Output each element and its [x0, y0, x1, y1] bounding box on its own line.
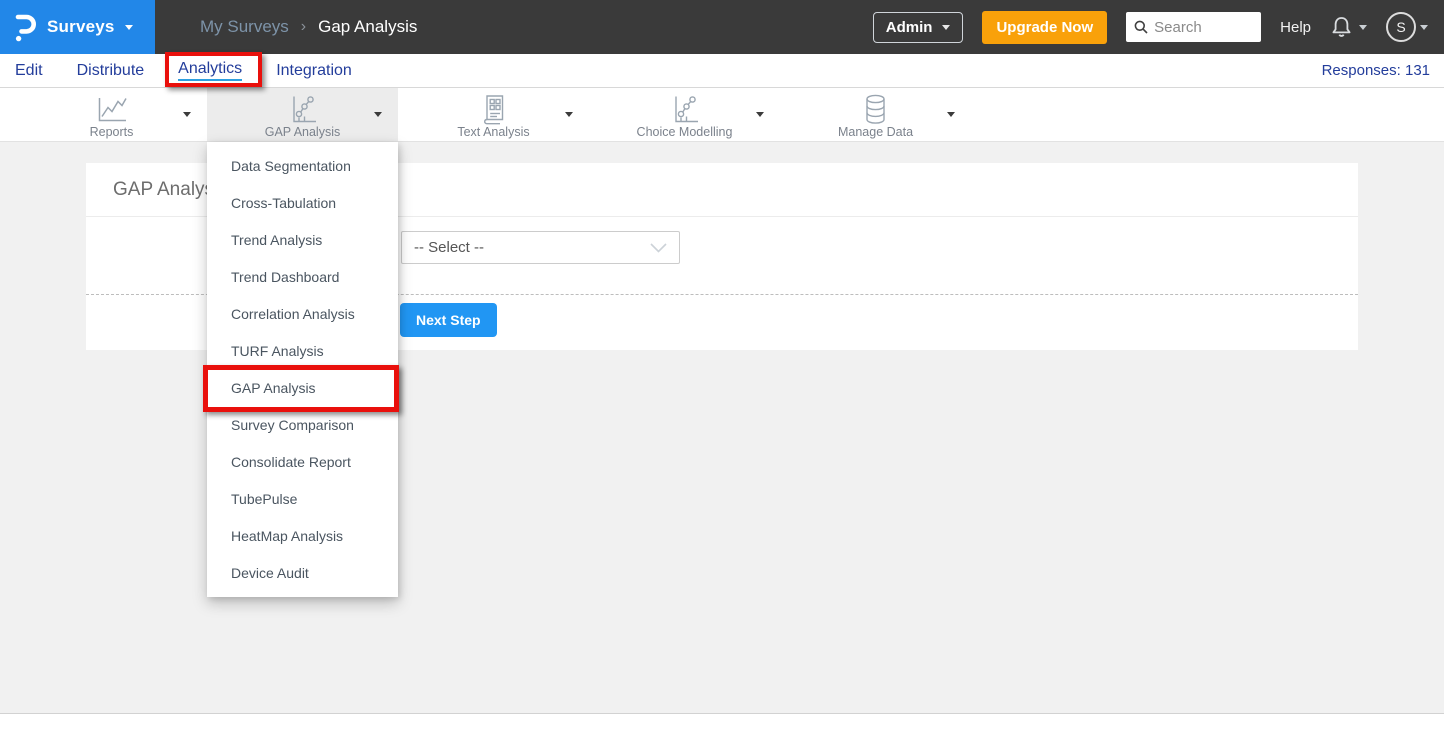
chevron-down-icon — [756, 112, 764, 117]
breadcrumb-separator: › — [301, 18, 306, 36]
database-icon — [862, 94, 889, 124]
search-input[interactable] — [1154, 19, 1254, 36]
toolbar-item-gap-analysis[interactable]: GAP Analysis — [207, 88, 398, 141]
chevron-down-icon — [650, 243, 667, 253]
menu-item-data-segmentation[interactable]: Data Segmentation — [207, 147, 398, 184]
admin-dropdown-button[interactable]: Admin — [873, 12, 964, 43]
chevron-down-icon — [1359, 25, 1367, 30]
analytics-toolbar: Reports GAP Analys — [0, 88, 1444, 142]
chevron-down-icon — [183, 112, 191, 117]
survey-nav: Edit Distribute Analytics Integration Re… — [0, 54, 1444, 88]
breadcrumb: My Surveys › Gap Analysis — [200, 17, 417, 37]
menu-item-consolidate-report[interactable]: Consolidate Report — [207, 443, 398, 480]
admin-label: Admin — [886, 19, 933, 36]
bell-icon — [1330, 15, 1353, 40]
bubble-trend-chart-icon — [287, 94, 319, 124]
menu-item-trend-dashboard[interactable]: Trend Dashboard — [207, 258, 398, 295]
toolbar-item-label: Choice Modelling — [637, 125, 733, 139]
responses-count: Responses: 131 — [1322, 62, 1430, 79]
header-controls: Admin Upgrade Now Help — [873, 11, 1444, 44]
questionpro-logo-icon — [13, 13, 37, 42]
select-value: -- Select -- — [414, 239, 650, 256]
avatar: S — [1386, 12, 1416, 42]
toolbar-item-label: Manage Data — [838, 125, 913, 139]
breadcrumb-my-surveys[interactable]: My Surveys — [200, 17, 289, 37]
help-link[interactable]: Help — [1280, 19, 1311, 36]
toolbar-item-text-analysis[interactable]: Text Analysis — [398, 88, 589, 141]
user-account-menu[interactable]: S — [1386, 12, 1428, 42]
toolbar-item-choice-modelling[interactable]: Choice Modelling — [589, 88, 780, 141]
toolbar-item-label: GAP Analysis — [265, 125, 341, 139]
breadcrumb-current: Gap Analysis — [318, 17, 417, 37]
chevron-down-icon — [374, 112, 382, 117]
menu-item-survey-comparison[interactable]: Survey Comparison — [207, 406, 398, 443]
gap-analysis-dropdown-menu: Data Segmentation Cross-Tabulation Trend… — [207, 142, 398, 597]
surveys-product-switcher[interactable]: Surveys — [0, 0, 155, 54]
chevron-down-icon — [947, 112, 955, 117]
search-icon — [1134, 20, 1148, 34]
chevron-down-icon — [1420, 25, 1428, 30]
nav-item-distribute[interactable]: Distribute — [77, 62, 145, 80]
menu-item-trend-analysis[interactable]: Trend Analysis — [207, 221, 398, 258]
toolbar-item-reports[interactable]: Reports — [16, 88, 207, 141]
menu-item-turf-analysis[interactable]: TURF Analysis — [207, 332, 398, 369]
question-select-dropdown[interactable]: -- Select -- — [401, 231, 680, 264]
gap-analysis-page: Surveys My Surveys › Gap Analysis Admin … — [0, 0, 1444, 735]
chevron-down-icon — [125, 25, 133, 30]
global-search — [1126, 12, 1261, 42]
chevron-down-icon — [565, 112, 573, 117]
notifications-menu[interactable] — [1330, 15, 1367, 40]
next-step-button[interactable]: Next Step — [400, 303, 497, 337]
line-chart-icon — [95, 94, 129, 124]
top-header: Surveys My Surveys › Gap Analysis Admin … — [0, 0, 1444, 54]
menu-item-device-audit[interactable]: Device Audit — [207, 554, 398, 591]
footer-bar — [0, 713, 1444, 735]
menu-item-heatmap-analysis[interactable]: HeatMap Analysis — [207, 517, 398, 554]
toolbar-item-manage-data[interactable]: Manage Data — [780, 88, 971, 141]
menu-item-tubepulse[interactable]: TubePulse — [207, 480, 398, 517]
nav-item-edit[interactable]: Edit — [15, 62, 43, 80]
toolbar-item-label: Text Analysis — [457, 125, 529, 139]
toolbar-item-label: Reports — [90, 125, 134, 139]
document-grid-icon — [481, 94, 507, 124]
product-label: Surveys — [47, 17, 115, 37]
nav-item-analytics[interactable]: Analytics — [178, 60, 242, 81]
upgrade-now-button[interactable]: Upgrade Now — [982, 11, 1107, 44]
bubble-trend-chart-icon — [669, 94, 701, 124]
menu-item-correlation-analysis[interactable]: Correlation Analysis — [207, 295, 398, 332]
chevron-down-icon — [942, 25, 950, 30]
nav-item-integration[interactable]: Integration — [276, 62, 352, 80]
menu-item-gap-analysis[interactable]: GAP Analysis — [207, 369, 398, 406]
menu-item-cross-tabulation[interactable]: Cross-Tabulation — [207, 184, 398, 221]
